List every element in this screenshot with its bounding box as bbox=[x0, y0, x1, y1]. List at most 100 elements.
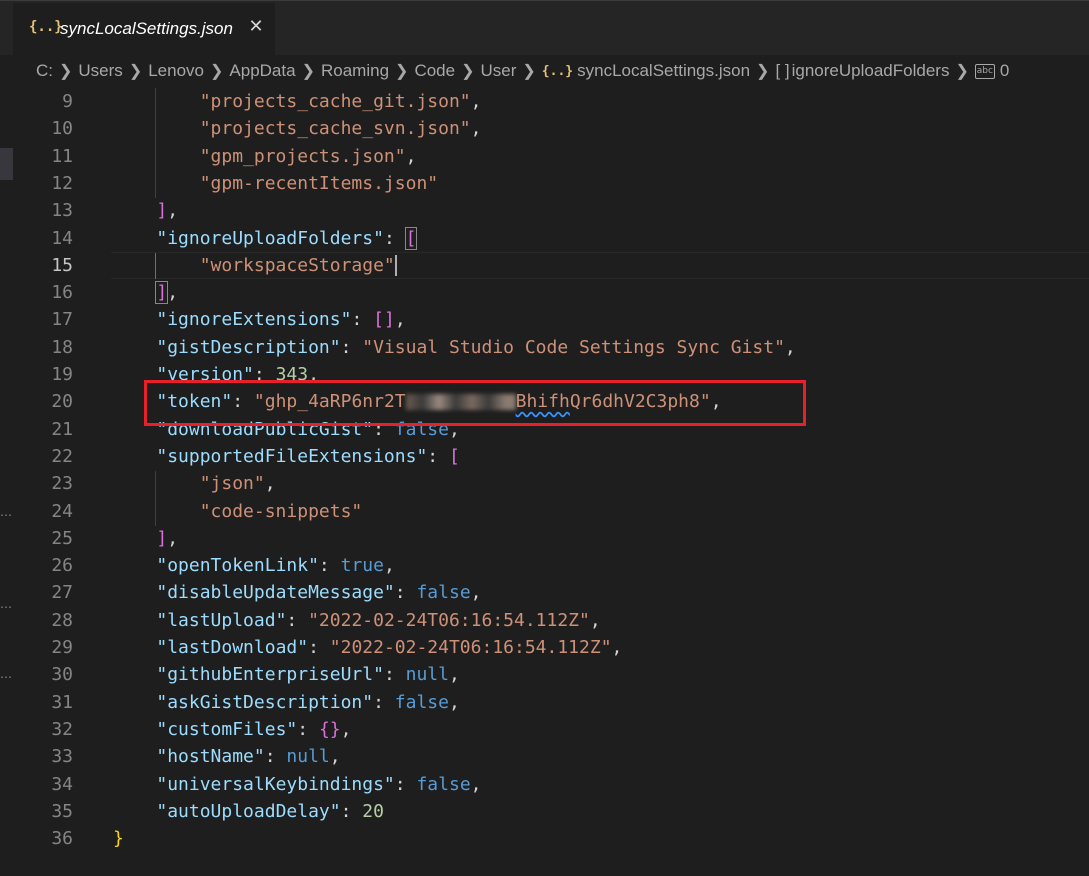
code-line: 18 "gistDescription": "Visual Studio Cod… bbox=[0, 334, 1089, 361]
breadcrumb-item[interactable]: Roaming bbox=[321, 61, 389, 81]
tab-bar: {..} syncLocalSettings.json ✕ bbox=[0, 0, 1089, 56]
line-number: 28 bbox=[51, 609, 73, 631]
json-key: "githubEnterpriseUrl" bbox=[156, 664, 384, 686]
boolean-value: false bbox=[416, 582, 471, 604]
line-number: 14 bbox=[51, 227, 73, 249]
breadcrumb-item[interactable]: User bbox=[480, 61, 516, 81]
json-key: "hostName" bbox=[156, 746, 265, 768]
line-number: 31 bbox=[51, 691, 73, 713]
line-number: 16 bbox=[51, 282, 73, 304]
line-number: 22 bbox=[51, 445, 73, 467]
code-line: 22 "supportedFileExtensions": [ bbox=[0, 443, 1089, 470]
code-line: 11 "gpm_projects.json", bbox=[0, 143, 1089, 170]
string-value-icon: abc bbox=[974, 63, 995, 79]
breadcrumb-array[interactable]: ignoreUploadFolders bbox=[792, 61, 950, 81]
number-value: 20 bbox=[362, 800, 384, 822]
boolean-value: false bbox=[394, 691, 449, 713]
line-number: 25 bbox=[51, 527, 73, 549]
close-icon[interactable]: ✕ bbox=[246, 17, 266, 37]
code-line: 9 "projects_cache_git.json", bbox=[0, 88, 1089, 115]
code-line: 10 "projects_cache_svn.json", bbox=[0, 115, 1089, 142]
breadcrumb-item[interactable]: Lenovo bbox=[148, 61, 204, 81]
array-icon: [ ] bbox=[775, 61, 790, 80]
code-line: 24 "code-snippets" bbox=[0, 498, 1089, 525]
breadcrumb: C: ❯ Users ❯ Lenovo ❯ AppData ❯ Roaming ❯ Cod… bbox=[0, 55, 1089, 87]
chevron-right-icon: ❯ bbox=[522, 63, 536, 80]
json-key: "customFiles" bbox=[156, 718, 298, 740]
string-value: "2022-02-24T06:16:54.112Z" bbox=[329, 637, 612, 658]
line-number: 10 bbox=[51, 118, 73, 140]
code-editor[interactable]: 9 "projects_cache_git.json", 10 "project… bbox=[0, 88, 1089, 876]
chevron-right-icon: ❯ bbox=[301, 63, 315, 80]
code-line: 26 "openTokenLink": true, bbox=[0, 552, 1089, 579]
tab-label: syncLocalSettings.json bbox=[60, 19, 233, 38]
chevron-right-icon: ❯ bbox=[128, 63, 143, 80]
json-key: "ignoreUploadFolders" bbox=[156, 227, 384, 249]
boolean-value: true bbox=[340, 555, 384, 577]
code-line: 25 ], bbox=[0, 525, 1089, 552]
code-line: 28 "lastUpload": "2022-02-24T06:16:54.11… bbox=[0, 607, 1089, 634]
line-number: 26 bbox=[51, 555, 73, 577]
string-value: "gpm_projects.json" bbox=[199, 145, 406, 167]
line-number: 36 bbox=[51, 828, 73, 850]
breadcrumb-item[interactable]: Code bbox=[414, 61, 455, 81]
line-number: 13 bbox=[51, 200, 73, 222]
line-number: 27 bbox=[51, 582, 73, 604]
code-line: 14 "ignoreUploadFolders": [ bbox=[0, 225, 1089, 252]
breadcrumb-item[interactable]: Users bbox=[78, 61, 122, 81]
breadcrumb-file[interactable]: syncLocalSettings.json bbox=[577, 61, 750, 81]
chevron-right-icon: ❯ bbox=[756, 63, 770, 80]
line-number: 35 bbox=[51, 800, 73, 822]
line-number: 30 bbox=[51, 664, 73, 686]
tab-synclocalsettings[interactable]: {..} syncLocalSettings.json ✕ bbox=[13, 3, 275, 56]
json-key: "askGistDescription" bbox=[156, 691, 374, 713]
line-number: 17 bbox=[51, 309, 73, 331]
line-number: 29 bbox=[51, 637, 73, 658]
code-line: 16 ], bbox=[0, 279, 1089, 306]
line-number: 18 bbox=[51, 336, 73, 358]
code-line: 12 "gpm-recentItems.json" bbox=[0, 170, 1089, 197]
token-highlight-box bbox=[144, 380, 806, 426]
null-value: null bbox=[405, 664, 449, 686]
line-number: 9 bbox=[62, 91, 73, 112]
string-value: "json" bbox=[199, 473, 265, 495]
line-number: 20 bbox=[51, 391, 73, 413]
code-line: 32 "customFiles": {}, bbox=[0, 716, 1089, 743]
code-line: 29 "lastDownload": "2022-02-24T06:16:54.… bbox=[0, 634, 1089, 661]
chevron-right-icon: ❯ bbox=[59, 63, 73, 80]
json-key: "gistDescription" bbox=[156, 336, 341, 358]
chevron-right-icon: ❯ bbox=[955, 63, 969, 80]
line-number: 24 bbox=[51, 500, 73, 522]
line-number: 19 bbox=[51, 364, 73, 385]
code-line: 35 "autoUploadDelay": 20 bbox=[0, 798, 1089, 825]
breadcrumb-value[interactable]: 0 bbox=[1000, 61, 1009, 81]
code-line: 17 "ignoreExtensions": [], bbox=[0, 306, 1089, 333]
line-number: 11 bbox=[51, 145, 73, 167]
string-value: "Visual Studio Code Settings Sync Gist" bbox=[362, 336, 785, 358]
null-value: null bbox=[286, 746, 330, 768]
code-line: 34 "universalKeybindings": false, bbox=[0, 771, 1089, 798]
chevron-right-icon: ❯ bbox=[210, 63, 224, 80]
line-number: 34 bbox=[51, 773, 73, 795]
string-value: "2022-02-24T06:16:54.112Z" bbox=[308, 609, 590, 631]
breadcrumb-item[interactable]: C: bbox=[36, 61, 53, 81]
json-key: "ignoreExtensions" bbox=[156, 309, 352, 331]
json-key: "lastUpload" bbox=[156, 609, 287, 631]
breadcrumb-item[interactable]: AppData bbox=[229, 61, 295, 81]
line-number: 12 bbox=[51, 172, 73, 194]
line-number: 32 bbox=[51, 718, 73, 740]
string-value: "projects_cache_git.json" bbox=[199, 91, 471, 112]
line-number: 23 bbox=[51, 473, 73, 495]
code-line: 31 "askGistDescription": false, bbox=[0, 689, 1089, 716]
boolean-value: false bbox=[416, 773, 471, 795]
chevron-right-icon: ❯ bbox=[461, 63, 475, 80]
code-line: 15 "workspaceStorage" bbox=[0, 252, 1089, 279]
string-value: "code-snippets" bbox=[199, 500, 363, 522]
json-key: "lastDownload" bbox=[156, 637, 309, 658]
string-value: "workspaceStorage" bbox=[199, 254, 395, 276]
chevron-right-icon: ❯ bbox=[395, 63, 409, 80]
line-number: 33 bbox=[51, 746, 73, 768]
code-line: 33 "hostName": null, bbox=[0, 743, 1089, 770]
code-line: 30 "githubEnterpriseUrl": null, bbox=[0, 661, 1089, 688]
json-key: "supportedFileExtensions" bbox=[156, 445, 428, 467]
